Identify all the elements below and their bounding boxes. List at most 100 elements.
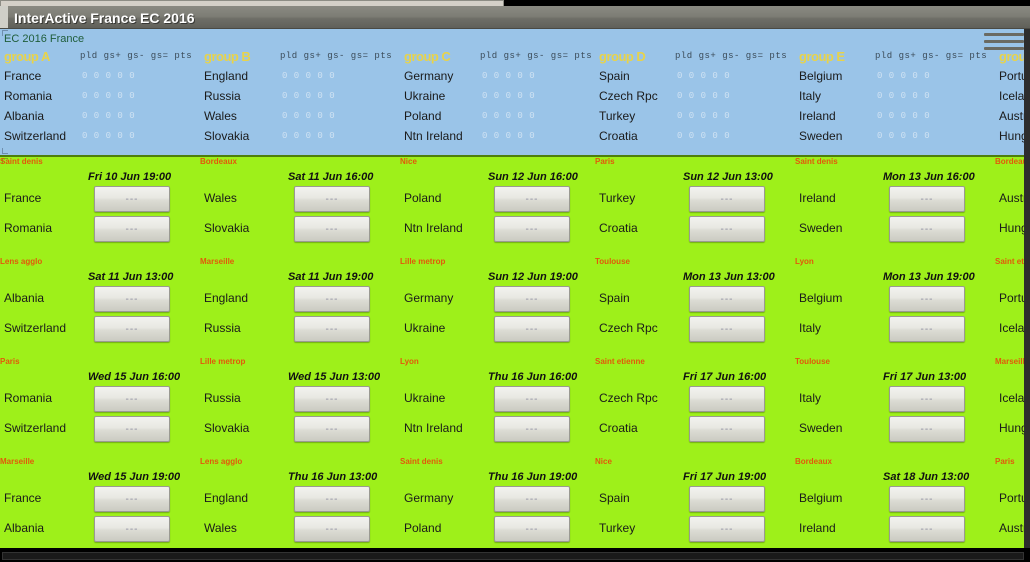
score-input-button-home[interactable]: --- (494, 386, 570, 412)
team-name: Turkey (599, 109, 636, 123)
match-venue: Toulouse (795, 357, 830, 366)
score-input-button-home[interactable]: --- (689, 486, 765, 512)
match-venue: Lyon (400, 357, 419, 366)
score-input-button-away[interactable]: --- (889, 416, 965, 442)
fixture-team-away: Turkey (599, 521, 636, 535)
fixture-team-away: Russia (204, 321, 241, 335)
score-input-button-away[interactable]: --- (94, 416, 170, 442)
score-input-button-away[interactable]: --- (294, 516, 370, 542)
standings-row[interactable]: Belgium 0 0 0 0 0 (795, 69, 995, 89)
fixture-team-home: Italy (799, 391, 822, 405)
fixture-card: Paris Sun 12 Jun 13:00 Turkey --- Croatia --- (595, 155, 795, 255)
standings-row[interactable]: Wales 0 0 0 0 0 (200, 109, 400, 129)
match-venue: Bordeaux (795, 457, 832, 466)
score-input-button-home[interactable]: --- (94, 386, 170, 412)
match-venue: Nice (400, 157, 417, 166)
standings-row[interactable]: Italy 0 0 0 0 0 (795, 89, 995, 109)
score-input-button-away[interactable]: --- (294, 216, 370, 242)
score-input-button-away[interactable]: --- (494, 516, 570, 542)
team-stats: 0 0 0 0 0 (877, 71, 931, 81)
team-stats: 0 0 0 0 0 (677, 71, 731, 81)
fixture-team-away: Italy (799, 321, 822, 335)
score-input-button-home[interactable]: --- (689, 386, 765, 412)
match-venue: Saint etienne (595, 357, 645, 366)
fixture-team-home: Russia (204, 391, 241, 405)
score-input-button-home[interactable]: --- (889, 386, 965, 412)
match-venue: Saint denis (795, 157, 838, 166)
standings-row[interactable]: Romania 0 0 0 0 0 (0, 89, 200, 109)
score-input-button-away[interactable]: --- (889, 316, 965, 342)
score-input-button-away[interactable]: --- (689, 516, 765, 542)
standings-row[interactable]: Ireland 0 0 0 0 0 (795, 109, 995, 129)
team-stats: 0 0 0 0 0 (282, 131, 336, 141)
standings-row[interactable]: France 0 0 0 0 0 (0, 69, 200, 89)
standings-row[interactable]: Croatia 0 0 0 0 0 (595, 129, 795, 149)
score-input-button-home[interactable]: --- (494, 186, 570, 212)
fixture-card: Lens agglo Sat 11 Jun 13:00 Albania --- Swit… (0, 255, 200, 355)
score-input-button-away[interactable]: --- (94, 316, 170, 342)
fixture-team-away: Sweden (799, 421, 843, 435)
fixture-team-home: Turkey (599, 191, 636, 205)
score-input-button-home[interactable]: --- (294, 186, 370, 212)
match-venue: Lens agglo (200, 457, 243, 466)
standings-row[interactable]: Ntn Ireland 0 0 0 0 0 (400, 129, 600, 149)
standings-row[interactable]: Albania 0 0 0 0 0 (0, 109, 200, 129)
score-input-button-away[interactable]: --- (294, 316, 370, 342)
score-input-button-home[interactable]: --- (889, 486, 965, 512)
score-input-button-home[interactable]: --- (494, 286, 570, 312)
standings-row[interactable]: Ukraine 0 0 0 0 0 (400, 89, 600, 109)
fixture-team-away: Switzerland (4, 321, 67, 335)
score-input-button-away[interactable]: --- (94, 516, 170, 542)
score-input-button-away[interactable]: --- (689, 216, 765, 242)
score-input-button-away[interactable]: --- (94, 216, 170, 242)
score-input-button-home[interactable]: --- (889, 286, 965, 312)
match-kickoff-time: Sun 12 Jun 16:00 (488, 171, 578, 183)
fixture-team-away: Ireland (799, 521, 836, 535)
score-input-button-home[interactable]: --- (494, 486, 570, 512)
standings-row[interactable]: Russia 0 0 0 0 0 (200, 89, 400, 109)
standings-row[interactable]: Germany 0 0 0 0 0 (400, 69, 600, 89)
team-stats: 0 0 0 0 0 (282, 71, 336, 81)
standings-row[interactable]: Poland 0 0 0 0 0 (400, 109, 600, 129)
match-venue: Lille metrop (400, 257, 446, 266)
team-name: Ukraine (404, 89, 446, 103)
standings-groups-container[interactable]: group A pld gs+ gs- gs= pts France 0 0 0 0… (0, 47, 1030, 155)
match-venue: Toulouse (595, 257, 630, 266)
match-kickoff-time: Sat 18 Jun 13:00 (883, 471, 970, 483)
menu-line (984, 40, 1024, 43)
score-input-button-away[interactable]: --- (889, 216, 965, 242)
hamburger-menu-icon[interactable] (984, 33, 1024, 55)
application-window: InterActive France EC 2016 EC 2016 Franc… (0, 0, 1030, 562)
standings-row[interactable]: Slovakia 0 0 0 0 0 (200, 129, 400, 149)
score-input-button-home[interactable]: --- (689, 286, 765, 312)
score-input-button-away[interactable]: --- (494, 416, 570, 442)
score-input-button-away[interactable]: --- (294, 416, 370, 442)
score-input-button-home[interactable]: --- (689, 186, 765, 212)
score-input-button-away[interactable]: --- (889, 516, 965, 542)
fixture-team-home: Spain (599, 291, 630, 305)
score-input-button-home[interactable]: --- (294, 286, 370, 312)
score-input-button-home[interactable]: --- (889, 186, 965, 212)
score-input-button-home[interactable]: --- (294, 486, 370, 512)
score-input-button-away[interactable]: --- (689, 416, 765, 442)
standings-row[interactable]: Czech Rpc 0 0 0 0 0 (595, 89, 795, 109)
standings-row[interactable]: Turkey 0 0 0 0 0 (595, 109, 795, 129)
score-input-button-away[interactable]: --- (689, 316, 765, 342)
fixture-team-home: Belgium (799, 491, 843, 505)
horizontal-scroll-gutter[interactable] (1024, 29, 1030, 548)
score-input-button-away[interactable]: --- (494, 216, 570, 242)
fixture-card: Bordeaux Sat 11 Jun 16:00 Wales --- Slovakia… (200, 155, 400, 255)
score-input-button-home[interactable]: --- (94, 286, 170, 312)
standings-row[interactable]: England 0 0 0 0 0 (200, 69, 400, 89)
fixture-card: Marseille Wed 15 Jun 19:00 France --- Albani… (0, 455, 200, 548)
score-input-button-home[interactable]: --- (94, 486, 170, 512)
score-input-button-home[interactable]: --- (294, 386, 370, 412)
standings-row[interactable]: Spain 0 0 0 0 0 (595, 69, 795, 89)
match-kickoff-time: Sat 11 Jun 13:00 (88, 271, 174, 283)
match-venue: Paris (995, 457, 1015, 466)
score-input-button-home[interactable]: --- (94, 186, 170, 212)
score-input-button-away[interactable]: --- (494, 316, 570, 342)
fixture-card: Paris Wed 15 Jun 16:00 Romania --- Switzerla… (0, 355, 200, 455)
standings-row[interactable]: Sweden 0 0 0 0 0 (795, 129, 995, 149)
standings-row[interactable]: Switzerland 0 0 0 0 0 (0, 129, 200, 149)
